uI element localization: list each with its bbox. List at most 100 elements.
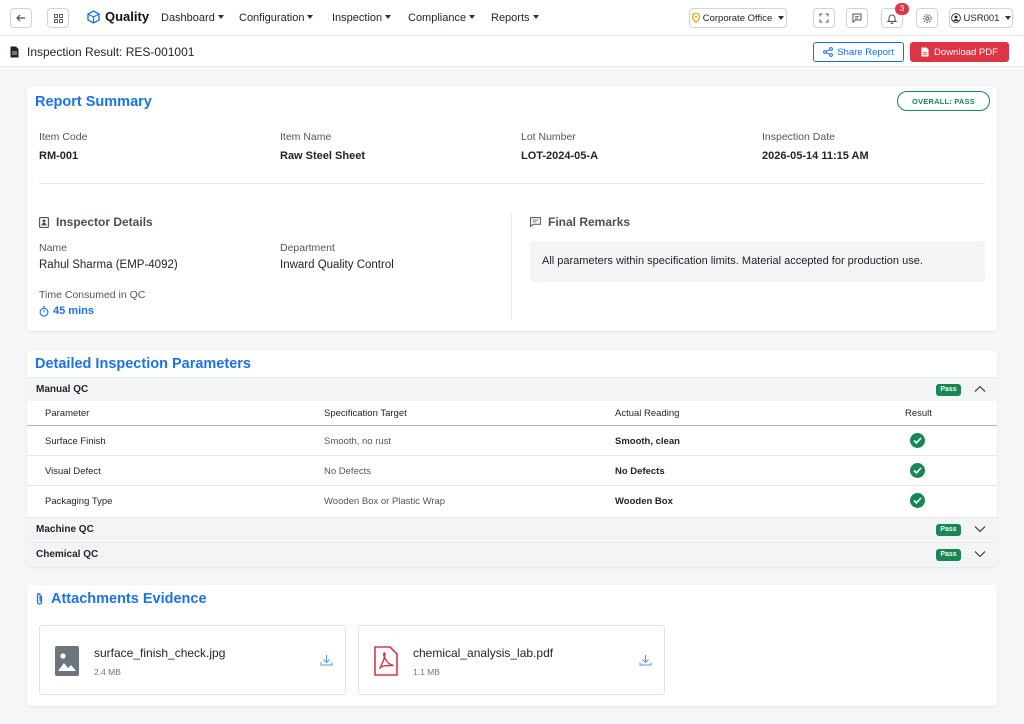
time-consumed-value: 45 mins	[39, 305, 94, 317]
download-icon[interactable]	[320, 654, 333, 666]
fullscreen-button[interactable]	[813, 8, 835, 28]
column-header-parameter: Parameter	[45, 408, 90, 419]
inspector-name-label: Name	[39, 242, 68, 254]
share-icon	[823, 47, 834, 57]
attachment-name: surface_finish_check.jpg	[94, 646, 226, 660]
item-code-label: Item Code	[39, 131, 88, 143]
inspection-parameters-title: Detailed Inspection Parameters	[35, 356, 251, 372]
final-remarks-title: Final Remarks	[530, 215, 630, 229]
page-header: Inspection Result: RES-001001 Share Repo…	[0, 36, 1024, 67]
target-cell: Smooth, no rust	[324, 436, 392, 447]
paperclip-icon	[36, 593, 43, 605]
inspection-date-label: Inspection Date	[762, 131, 835, 143]
lot-number-value: LOT-2024-05-A	[521, 150, 599, 162]
reading-cell: No Defects	[615, 466, 665, 477]
office-selector[interactable]: Corporate Office	[689, 8, 787, 28]
column-header-specification: Specification Target	[324, 408, 407, 419]
nav-inspection[interactable]: Inspection	[332, 12, 392, 24]
image-file-icon	[55, 646, 79, 676]
download-pdf-button[interactable]: Download PDF	[910, 42, 1009, 62]
manual-qc-label: Manual QC	[36, 384, 89, 395]
attachment-item[interactable]: chemical_analysis_lab.pdf 1.1 MB	[358, 625, 665, 695]
target-cell: Wooden Box or Plastic Wrap	[324, 496, 446, 507]
comment-icon	[530, 217, 541, 227]
attachment-size: 1.1 MB	[413, 667, 440, 677]
item-name-label: Item Name	[280, 131, 332, 143]
pdf-file-icon	[374, 646, 398, 676]
chevron-down-icon	[974, 551, 986, 558]
arrow-left-icon	[16, 14, 25, 22]
table-row: Packaging Type Wooden Box or Plastic Wra…	[27, 485, 997, 515]
chemical-qc-status-badge: Pass	[936, 549, 961, 561]
settings-button[interactable]	[916, 8, 938, 28]
accordion-machine-qc[interactable]: Machine QC Pass	[27, 517, 997, 541]
nav-configuration[interactable]: Configuration	[239, 12, 314, 24]
user-circle-icon	[950, 13, 961, 23]
reading-cell: Smooth, clean	[615, 436, 680, 447]
attachment-item[interactable]: surface_finish_check.jpg 2.4 MB	[39, 625, 346, 695]
summary-column-divider	[511, 213, 512, 320]
apps-grid-button[interactable]	[47, 8, 69, 28]
item-code-value: RM-001	[39, 150, 79, 162]
file-pdf-icon	[921, 47, 929, 57]
inspector-name-value: Rahul Sharma (EMP-4092)	[39, 259, 178, 271]
chevron-down-icon	[974, 526, 986, 533]
check-circle-icon	[910, 433, 925, 448]
parameter-cell: Packaging Type	[45, 496, 113, 507]
inspection-parameters-card: Detailed Inspection Parameters Manual QC…	[27, 350, 997, 567]
item-name-value: Raw Steel Sheet	[280, 150, 365, 162]
document-icon	[10, 46, 19, 58]
department-value: Inward Quality Control	[280, 259, 394, 271]
chevron-up-icon	[974, 385, 986, 392]
check-circle-icon	[910, 493, 925, 508]
attachments-card: Attachments Evidence surface_finish_chec…	[27, 585, 997, 706]
inspector-details-title: Inspector Details	[39, 215, 153, 229]
messages-button[interactable]	[846, 8, 868, 28]
stopwatch-icon	[39, 305, 49, 317]
time-consumed-label: Time Consumed in QC	[39, 289, 146, 301]
gear-icon	[922, 13, 932, 23]
nav-dashboard[interactable]: Dashboard	[161, 12, 224, 24]
parameter-cell: Surface Finish	[45, 436, 106, 447]
download-icon[interactable]	[639, 654, 652, 666]
table-row: Visual Defect No Defects No Defects	[27, 455, 997, 485]
cube-icon	[87, 9, 100, 24]
chemical-qc-label: Chemical QC	[36, 549, 99, 560]
page-title: Inspection Result: RES-001001	[10, 45, 194, 59]
lot-number-label: Lot Number	[521, 131, 576, 143]
bell-icon	[887, 14, 897, 24]
attachments-title: Attachments Evidence	[35, 591, 207, 607]
parameter-cell: Visual Defect	[45, 466, 101, 477]
target-cell: No Defects	[324, 466, 371, 477]
back-button[interactable]	[10, 8, 32, 28]
table-row: Surface Finish Smooth, no rust Smooth, c…	[27, 425, 997, 455]
notification-count-badge: 3	[895, 3, 909, 15]
report-summary-card: Report Summary OVERALL: PASS Item Code R…	[27, 86, 997, 331]
report-summary-title: Report Summary	[35, 94, 152, 110]
department-label: Department	[280, 242, 335, 254]
share-report-button[interactable]: Share Report	[813, 42, 904, 62]
inspection-date-value: 2026-05-14 11:15 AM	[762, 150, 869, 162]
machine-qc-status-badge: Pass	[936, 524, 961, 536]
final-remarks-text: All parameters within specification limi…	[530, 241, 985, 282]
column-header-result: Result	[905, 408, 932, 419]
grid-icon	[53, 13, 63, 23]
accordion-manual-qc[interactable]: Manual QC Pass	[27, 377, 997, 401]
map-pin-icon	[691, 13, 700, 23]
brand-name: Quality	[105, 9, 150, 24]
brand-logo[interactable]: Quality	[87, 9, 149, 24]
accordion-chemical-qc[interactable]: Chemical QC Pass	[27, 542, 997, 567]
expand-icon	[819, 13, 829, 23]
reading-cell: Wooden Box	[615, 496, 673, 507]
attachment-size: 2.4 MB	[94, 667, 121, 677]
attachment-name: chemical_analysis_lab.pdf	[413, 646, 554, 660]
top-navbar: Quality Dashboard Configuration Inspecti…	[0, 0, 1024, 36]
machine-qc-label: Machine QC	[36, 524, 94, 535]
nav-reports[interactable]: Reports	[491, 12, 539, 24]
user-menu[interactable]: USR001	[949, 8, 1013, 28]
manual-qc-status-badge: Pass	[936, 384, 961, 396]
check-circle-icon	[910, 463, 925, 478]
overall-status-badge: OVERALL: PASS	[897, 91, 990, 111]
column-header-reading: Actual Reading	[615, 408, 680, 419]
nav-compliance[interactable]: Compliance	[408, 12, 476, 24]
